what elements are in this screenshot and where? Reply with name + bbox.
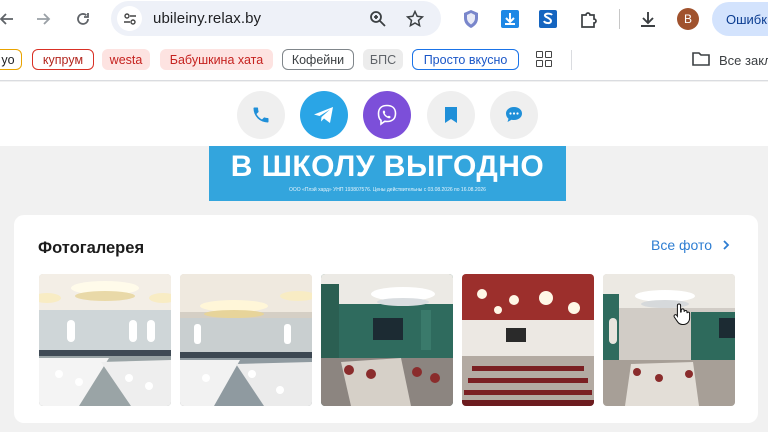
phone-icon (253, 107, 269, 123)
bookmarks-divider (571, 50, 572, 70)
chat-icon (506, 107, 522, 122)
url-text: ubileiny.relax.by (153, 10, 262, 27)
browser-toolbar: ubileiny.relax.by В Ошибк (0, 0, 768, 38)
bookmark-babushkina-hata[interactable]: Бабушкина хата (160, 49, 273, 70)
downloads-icon[interactable] (635, 6, 661, 32)
bookmark-yo[interactable]: yo (0, 49, 22, 70)
address-bar[interactable]: ubileiny.relax.by (111, 1, 441, 36)
bookmark-bps[interactable]: БПС (363, 49, 403, 70)
error-button[interactable]: Ошибк (712, 2, 768, 36)
contact-bar (0, 82, 768, 146)
telegram-icon (314, 107, 333, 123)
gallery-photo-5[interactable] (603, 274, 735, 406)
profile-avatar[interactable]: В (677, 8, 699, 30)
extensions-puzzle-icon[interactable] (575, 6, 601, 32)
folder-icon[interactable] (692, 51, 710, 66)
zoom-icon[interactable] (366, 7, 390, 31)
hand-cursor-icon (673, 303, 691, 325)
s-extension-icon[interactable] (535, 6, 561, 32)
bookmark-icon (445, 107, 457, 123)
bookmark-kofeini[interactable]: Кофейни (282, 49, 354, 70)
telegram-button[interactable] (300, 91, 348, 139)
all-bookmarks-label[interactable]: Все закл (719, 53, 768, 68)
viber-button[interactable] (363, 91, 411, 139)
reload-icon (77, 13, 89, 25)
forward-button[interactable] (28, 4, 58, 34)
tune-icon (123, 12, 136, 25)
banner-title: В ШКОЛУ ВЫГОДНО (230, 150, 545, 183)
bookmarks-bar: yo купрум westa Бабушкина хата Кофейни Б… (0, 38, 768, 81)
apps-grid-icon[interactable] (536, 51, 552, 67)
bookmark-kuprum[interactable]: купрум (32, 49, 94, 70)
toolbar-divider (619, 9, 620, 29)
back-arrow-icon (0, 13, 13, 25)
bookmark-westa[interactable]: westa (102, 49, 150, 70)
chat-button[interactable] (490, 91, 538, 139)
gallery-card: Фотогалерея Все фото (14, 215, 758, 423)
gallery-title: Фотогалерея (38, 239, 145, 257)
gallery-photo-4[interactable] (462, 274, 594, 406)
all-photos-link[interactable]: Все фото (651, 237, 732, 253)
chevron-right-icon (723, 240, 730, 250)
page-content: В ШКОЛУ ВЫГОДНО ООО «Плэй хард» УНП 1938… (0, 82, 768, 432)
forward-arrow-icon (37, 13, 51, 25)
bookmark-prosto-vkusno[interactable]: Просто вкусно (412, 49, 519, 70)
download-manager-icon[interactable] (497, 6, 523, 32)
gallery-photo-3[interactable] (321, 274, 453, 406)
viber-icon (377, 104, 397, 126)
site-info-button[interactable] (117, 6, 142, 31)
gallery-photo-2[interactable] (180, 274, 312, 406)
bookmark-button[interactable] (427, 91, 475, 139)
gallery-photo-1[interactable] (39, 274, 171, 406)
back-button[interactable] (0, 4, 22, 34)
reload-button[interactable] (68, 4, 98, 34)
phone-button[interactable] (237, 91, 285, 139)
banner-subtitle: ООО «Плэй хард» УНП 193807576. Цены дейс… (289, 187, 486, 193)
bookmark-star-icon[interactable] (403, 7, 427, 31)
privacy-badger-icon[interactable] (458, 6, 484, 32)
all-photos-label: Все фото (651, 237, 713, 253)
promo-banner[interactable]: В ШКОЛУ ВЫГОДНО ООО «Плэй хард» УНП 1938… (209, 146, 566, 201)
